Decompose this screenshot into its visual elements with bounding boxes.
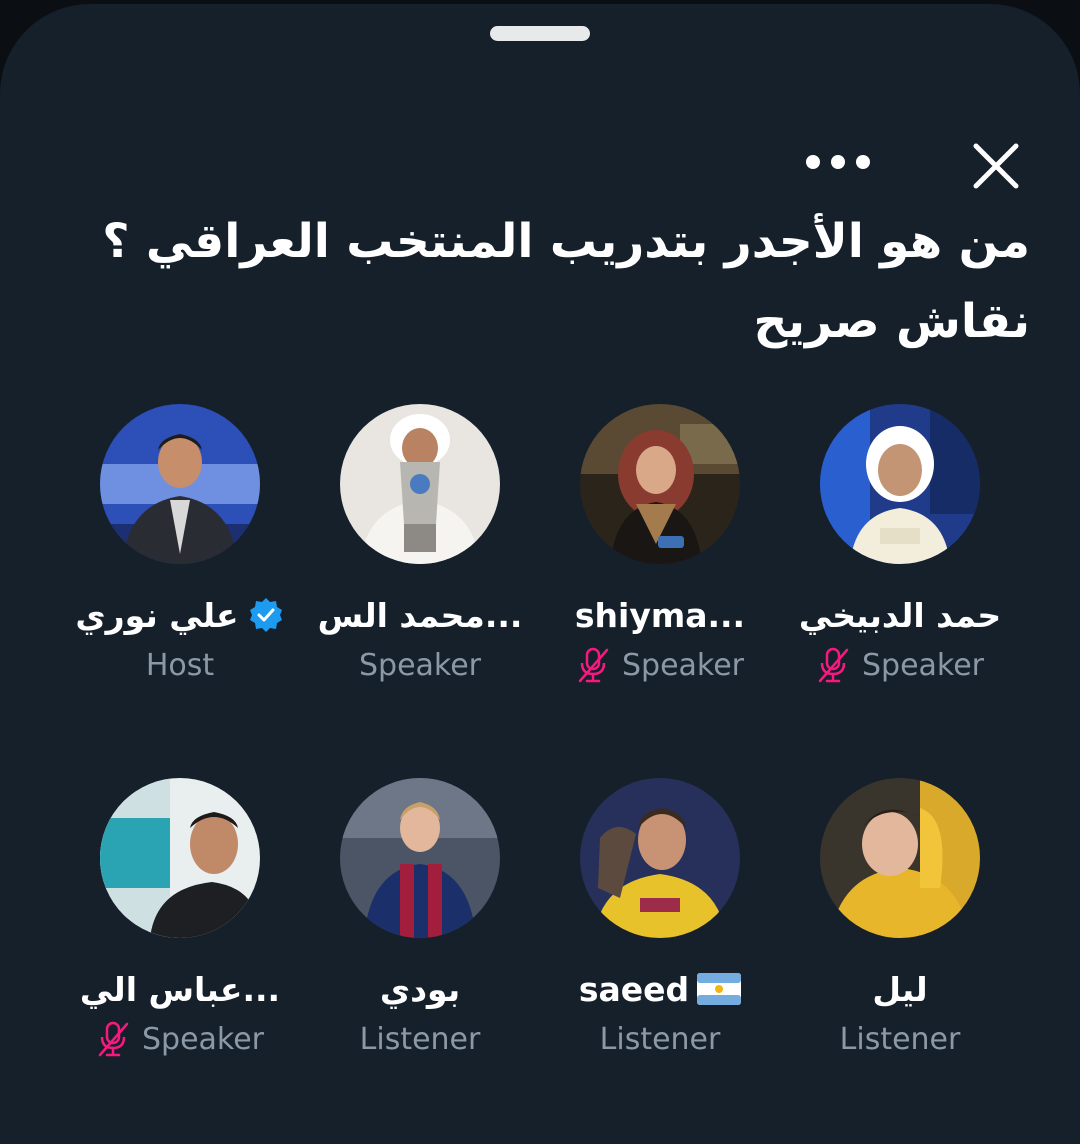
avatar[interactable] (340, 404, 500, 564)
avatar[interactable] (100, 404, 260, 564)
participant-card[interactable]: علي نوري Host (60, 404, 300, 694)
mic-muted-icon (816, 646, 850, 684)
avatar-image (100, 778, 260, 938)
participant-role: Host (145, 647, 215, 683)
avatar[interactable] (340, 778, 500, 938)
verified-badge-icon (247, 596, 285, 634)
participant-card[interactable]: حمد الدبيخي Speaker (780, 404, 1020, 694)
participant-card[interactable]: عباس الي... Speaker (60, 778, 300, 1068)
participant-name: saeed (578, 969, 690, 1009)
participant-role: Speaker (358, 647, 482, 683)
avatar[interactable] (580, 404, 740, 564)
more-options-button[interactable] (796, 144, 880, 188)
avatar-image (340, 404, 500, 564)
avatar[interactable] (820, 404, 980, 564)
mic-muted-icon (96, 1020, 130, 1058)
participant-role: Speaker (861, 647, 985, 683)
close-icon (973, 143, 1019, 189)
participant-name: عباس الي... (79, 969, 281, 1009)
close-button[interactable] (966, 136, 1026, 196)
participant-card[interactable]: بودي Listener (300, 778, 540, 1068)
participant-card[interactable]: ليل Listener (780, 778, 1020, 1068)
participant-role: Speaker (141, 1021, 265, 1057)
participant-role: Listener (599, 1021, 721, 1057)
participant-role: Listener (359, 1021, 481, 1057)
argentina-flag-icon (697, 973, 742, 1005)
participant-card[interactable]: shiyma... Speaker (540, 404, 780, 694)
avatar-image (100, 404, 260, 564)
participant-name: حمد الدبيخي (798, 595, 1002, 635)
more-horizontal-icon (806, 155, 870, 169)
avatar-image (820, 404, 980, 564)
participant-name: shiyma... (574, 595, 746, 635)
participant-card[interactable]: saeed Listener (540, 778, 780, 1068)
avatar-image (340, 778, 500, 938)
avatar[interactable] (100, 778, 260, 938)
participant-name: ليل (872, 969, 928, 1009)
participant-name: بودي (379, 969, 461, 1009)
space-sheet: من هو الأجدر بتدريب المنتخب العراقي ؟ نق… (0, 4, 1080, 1144)
avatar-image (580, 778, 740, 938)
avatar-image (820, 778, 980, 938)
participant-name: محمد الس... (317, 595, 523, 635)
participant-name: علي نوري (75, 595, 239, 635)
avatar[interactable] (820, 778, 980, 938)
participant-role: Listener (839, 1021, 961, 1057)
avatar-image (580, 404, 740, 564)
mic-muted-icon (576, 646, 610, 684)
avatar[interactable] (580, 778, 740, 938)
participant-role: Speaker (621, 647, 745, 683)
participant-card[interactable]: محمد الس... Speaker (300, 404, 540, 694)
drag-handle[interactable] (490, 26, 590, 41)
space-title: من هو الأجدر بتدريب المنتخب العراقي ؟ نق… (102, 214, 1030, 349)
